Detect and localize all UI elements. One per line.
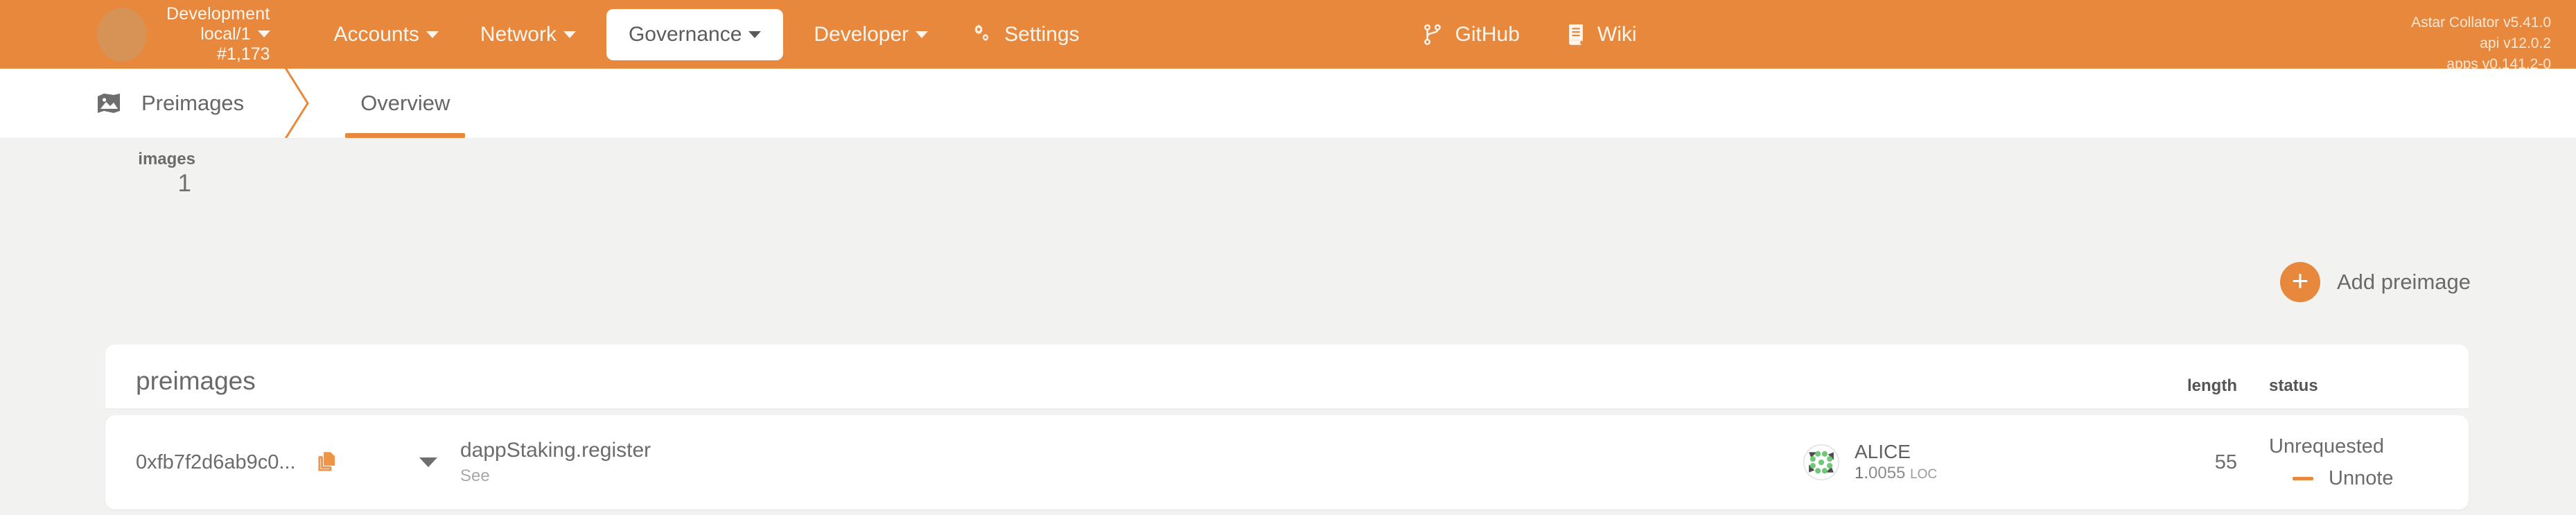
nav-item-accounts-label: Accounts (333, 22, 419, 46)
breadcrumb: Preimages (0, 69, 283, 138)
book-icon (1567, 24, 1585, 46)
gear-icon (970, 23, 993, 46)
section-tab-bar: Preimages Overview (0, 69, 2576, 138)
nav-item-network-label: Network (480, 22, 557, 46)
call-subtext: See (460, 466, 490, 486)
tab-overview-label: Overview (360, 91, 450, 115)
chevron-down-icon (915, 30, 929, 38)
stat-images: images 1 (105, 150, 195, 199)
column-header-status: status (2269, 376, 2318, 395)
chain-endpoint[interactable]: local/1 (166, 24, 270, 44)
chain-endpoint-label: local/1 (200, 24, 251, 44)
account-balance: 1.0055 LOC (1855, 463, 1937, 484)
preimage-length: 55 (2214, 451, 2237, 473)
account-balance-unit: LOC (1910, 466, 1938, 482)
add-preimage-button[interactable]: + Add preimage (2279, 262, 2471, 302)
chain-info: Development local/1 #1,173 (166, 4, 270, 64)
breadcrumb-separator (283, 69, 315, 138)
status-badge: Unrequested (2269, 435, 2385, 458)
nav-item-developer-label: Developer (814, 22, 909, 46)
chain-selector[interactable]: Development local/1 #1,173 (97, 4, 270, 64)
unnote-button-label: Unnote (2329, 466, 2394, 489)
summary-bar: images 1 (0, 138, 2576, 235)
nav-item-network[interactable]: Network (459, 9, 597, 60)
table-row: 0xfb7f2d6ab9c0... dappStaking.register S… (105, 415, 2469, 509)
wiki-link-label: Wiki (1597, 22, 1637, 46)
chevron-down-icon (748, 30, 762, 38)
cell-length: 55 (2101, 415, 2261, 509)
expand-row-button[interactable] (396, 415, 460, 509)
git-branch-icon (1422, 24, 1443, 46)
nav-item-governance[interactable]: Governance (606, 8, 784, 60)
nav-item-developer[interactable]: Developer (793, 9, 949, 60)
external-links: GitHub Wiki (1399, 23, 1661, 46)
chevron-down-icon (563, 30, 576, 38)
github-link[interactable]: GitHub (1399, 23, 1543, 46)
preimage-hash: 0xfb7f2d6ab9c0... (136, 451, 296, 473)
copy-icon[interactable] (317, 451, 338, 473)
tab-overview[interactable]: Overview (335, 69, 475, 138)
chain-name: Development (166, 4, 270, 24)
table-title: preimages (136, 367, 256, 395)
image-icon (97, 93, 121, 114)
add-preimage-label: Add preimage (2336, 270, 2471, 294)
unnote-button[interactable]: Unnote (2293, 467, 2394, 490)
nav-item-accounts[interactable]: Accounts (313, 9, 459, 60)
account-info: ALICE 1.0055 LOC (1855, 441, 1937, 483)
nav-item-governance-label: Governance (628, 22, 742, 46)
table-header: preimages length status (105, 344, 2469, 408)
cell-status: Unrequested Unnote (2261, 415, 2469, 509)
preimages-table: preimages length status 0xfb7f2d6ab9c0..… (105, 344, 2469, 509)
table-body: 0xfb7f2d6ab9c0... dappStaking.register S… (105, 415, 2469, 509)
nav-item-settings[interactable]: Settings (949, 9, 1100, 60)
chain-logo (97, 7, 147, 62)
chain-block-number: #1,173 (217, 44, 270, 64)
avatar[interactable] (1803, 444, 1839, 480)
plus-icon: + (2279, 262, 2320, 302)
main-nav: Accounts Network Governance Developer Se… (313, 8, 1101, 60)
minus-icon (2293, 476, 2313, 480)
breadcrumb-label: Preimages (141, 91, 245, 115)
wiki-link[interactable]: Wiki (1543, 23, 1661, 46)
chevron-down-icon (257, 30, 270, 37)
github-link-label: GitHub (1455, 22, 1520, 46)
api-version: api v12.0.2 (2480, 35, 2551, 51)
account-name: ALICE (1855, 441, 1911, 463)
stat-images-value: 1 (177, 170, 191, 198)
top-navigation-bar: Development local/1 #1,173 Accounts Netw… (0, 0, 2576, 72)
node-version: Astar Collator v5.41.0 (2411, 15, 2551, 30)
cell-account: ALICE 1.0055 LOC (1803, 415, 2101, 509)
cell-hash: 0xfb7f2d6ab9c0... (105, 415, 396, 509)
chevron-down-icon (426, 30, 439, 38)
column-header-length: length (2187, 376, 2237, 395)
call-name: dappStaking.register (460, 438, 651, 462)
version-info: Astar Collator v5.41.0 api v12.0.2 apps … (2411, 12, 2551, 74)
cell-call: dappStaking.register See (460, 415, 1803, 509)
stat-images-label: images (138, 150, 195, 168)
account-balance-whole: 1. (1855, 463, 1869, 482)
account-balance-frac: 0055 (1868, 463, 1906, 482)
chevron-down-icon (419, 457, 437, 467)
nav-item-settings-label: Settings (1004, 22, 1080, 46)
